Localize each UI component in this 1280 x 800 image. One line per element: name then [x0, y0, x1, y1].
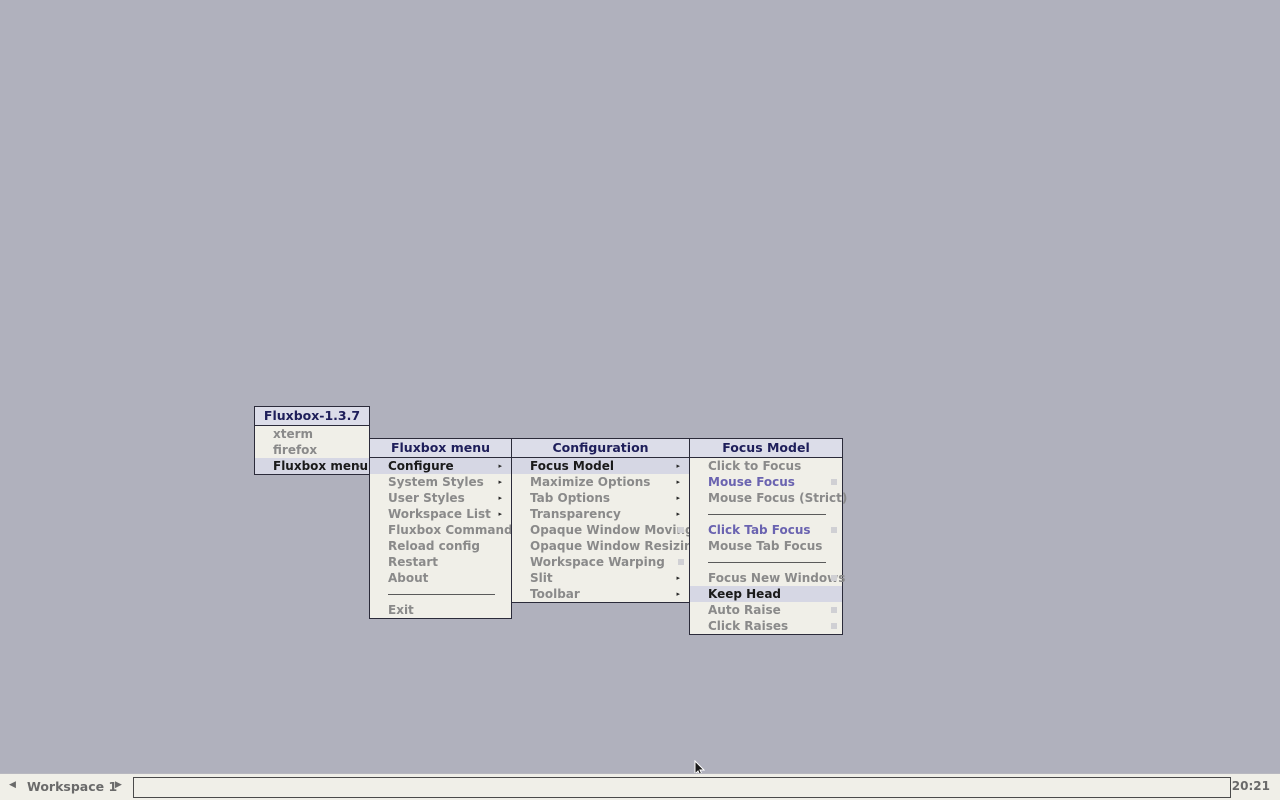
next-workspace-icon[interactable]: ▶ — [115, 780, 122, 790]
submenu-arrow-icon: ▸ — [676, 590, 680, 598]
menu-item-label: Opaque Window Moving — [530, 523, 694, 537]
menu-item-focus-new-windows[interactable]: Focus New Windows — [690, 570, 846, 586]
menu-item-transparency[interactable]: Transparency ▸ — [512, 506, 689, 522]
menu-item-label: Focus Model — [530, 459, 614, 473]
submenu-arrow-icon: ▸ — [676, 494, 680, 502]
menu-item-fluxbox-command[interactable]: Fluxbox Command — [370, 522, 513, 538]
menu-item-toolbar[interactable]: Toolbar ▸ — [512, 586, 689, 602]
menu-item-label: Click Raises — [708, 619, 789, 633]
checkbox-icon — [831, 623, 837, 629]
submenu-arrow-icon: ▸ — [676, 478, 680, 486]
menu-item-fluxbox-menu[interactable]: Fluxbox menu ▸ — [255, 458, 369, 474]
menu-separator — [370, 586, 511, 602]
menu-item-label: Slit — [530, 571, 553, 585]
configuration-menu-title: Configuration — [512, 439, 689, 458]
menu-item-label: Mouse Focus — [708, 475, 795, 489]
menu-item-configure[interactable]: Configure ▸ — [370, 458, 511, 474]
menu-item-label: Auto Raise — [708, 603, 781, 617]
checkbox-icon — [678, 559, 684, 565]
menu-item-user-styles[interactable]: User Styles ▸ — [370, 490, 511, 506]
toolbar: ◀ Workspace 1 ▶ 20:21 — [0, 773, 1280, 800]
menu-item-auto-raise[interactable]: Auto Raise — [690, 602, 842, 618]
checkbox-icon — [831, 527, 837, 533]
submenu-arrow-icon: ▸ — [676, 510, 680, 518]
menu-item-label: Tab Options — [530, 491, 611, 505]
menu-item-label: Focus New Windows — [708, 571, 846, 585]
menu-item-keep-head[interactable]: Keep Head — [690, 586, 842, 602]
menu-item-click-to-focus[interactable]: Click to Focus — [690, 458, 842, 474]
menu-item-about[interactable]: About — [370, 570, 511, 586]
submenu-arrow-icon: ▸ — [356, 462, 360, 470]
menu-item-label: Fluxbox menu — [273, 459, 369, 473]
menu-item-label: Configure — [388, 459, 454, 473]
configuration-menu: Configuration Focus Model ▸ Maximize Opt… — [511, 438, 701, 603]
menu-item-label: Transparency — [530, 507, 621, 521]
menu-item-mouse-focus[interactable]: Mouse Focus — [690, 474, 842, 490]
fluxbox-menu-title: Fluxbox menu — [370, 439, 511, 458]
submenu-arrow-icon: ▸ — [498, 478, 502, 486]
menu-item-tab-options[interactable]: Tab Options ▸ — [512, 490, 689, 506]
menu-item-label: Workspace Warping — [530, 555, 665, 569]
menu-item-mouse-tab-focus[interactable]: Mouse Tab Focus — [690, 538, 842, 554]
menu-item-restart[interactable]: Restart — [370, 554, 511, 570]
menu-item-workspace-warping[interactable]: Workspace Warping — [512, 554, 689, 570]
menu-item-firefox[interactable]: firefox — [255, 442, 369, 458]
submenu-arrow-icon: ▸ — [498, 510, 502, 518]
menu-separator — [690, 506, 842, 522]
menu-item-focus-model[interactable]: Focus Model ▸ — [512, 458, 689, 474]
menu-item-click-tab-focus[interactable]: Click Tab Focus — [690, 522, 842, 538]
fluxbox-menu: Fluxbox menu Configure ▸ System Styles ▸… — [369, 438, 513, 619]
menu-item-label: System Styles — [388, 475, 484, 489]
menu-item-maximize-options[interactable]: Maximize Options ▸ — [512, 474, 689, 490]
iconbar[interactable] — [133, 777, 1231, 798]
menu-item-system-styles[interactable]: System Styles ▸ — [370, 474, 511, 490]
menu-item-label: Opaque Window Resizing — [530, 539, 702, 553]
root-menu: Fluxbox-1.3.7 xterm firefox Fluxbox menu… — [254, 406, 370, 475]
menu-item-workspace-list[interactable]: Workspace List ▸ — [370, 506, 511, 522]
menu-item-mouse-focus-strict[interactable]: Mouse Focus (Strict) — [690, 490, 847, 506]
checkbox-icon — [831, 575, 837, 581]
clock: 20:21 — [1231, 779, 1270, 793]
menu-item-slit[interactable]: Slit ▸ — [512, 570, 689, 586]
menu-item-click-raises[interactable]: Click Raises — [690, 618, 842, 634]
checkbox-icon — [831, 607, 837, 613]
menu-item-reload-config[interactable]: Reload config — [370, 538, 511, 554]
menu-item-label: Maximize Options — [530, 475, 651, 489]
workspace-name[interactable]: Workspace 1 — [27, 779, 117, 794]
submenu-arrow-icon: ▸ — [498, 462, 502, 470]
submenu-arrow-icon: ▸ — [676, 462, 680, 470]
menu-item-label: Toolbar — [530, 587, 580, 601]
submenu-arrow-icon: ▸ — [676, 574, 680, 582]
menu-item-xterm[interactable]: xterm — [255, 426, 369, 442]
focus-model-menu-title: Focus Model — [690, 439, 842, 458]
root-menu-title: Fluxbox-1.3.7 — [255, 407, 369, 426]
submenu-arrow-icon: ▸ — [498, 494, 502, 502]
menu-item-label: User Styles — [388, 491, 465, 505]
checkbox-icon — [678, 527, 684, 533]
previous-workspace-icon[interactable]: ◀ — [9, 780, 16, 790]
checkbox-icon — [831, 479, 837, 485]
menu-item-label: Click Tab Focus — [708, 523, 811, 537]
menu-item-opaque-window-resizing[interactable]: Opaque Window Resizing — [512, 538, 701, 554]
menu-item-exit[interactable]: Exit — [370, 602, 511, 618]
menu-separator — [690, 554, 842, 570]
menu-item-opaque-window-moving[interactable]: Opaque Window Moving — [512, 522, 694, 538]
menu-item-label: Workspace List — [388, 507, 491, 521]
focus-model-menu: Focus Model Click to Focus Mouse Focus M… — [689, 438, 847, 635]
